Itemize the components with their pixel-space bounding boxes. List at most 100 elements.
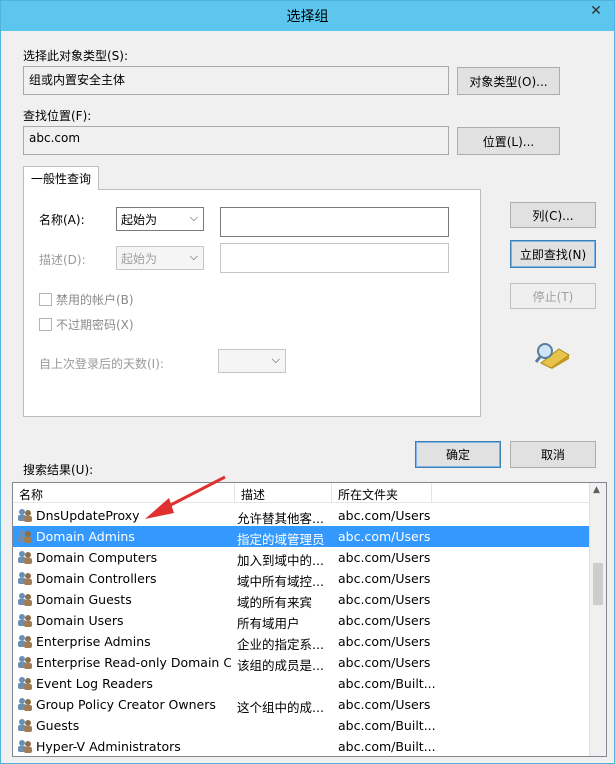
disabled-accounts-checkbox[interactable]: 禁用的帐户(B) — [39, 291, 134, 308]
checkbox-box — [39, 318, 52, 331]
chevron-down-icon: ⌵ — [189, 250, 198, 263]
table-row[interactable]: Domain Users 所有域用户 abc.com/Users — [13, 610, 591, 631]
row-folder: abc.com/Users — [338, 613, 431, 628]
row-folder: abc.com/Users — [338, 508, 431, 523]
row-folder: abc.com/Users — [338, 655, 431, 670]
row-description: 所有域用户 — [237, 616, 300, 631]
table-row[interactable]: Guests abc.com/Built... — [13, 715, 591, 736]
table-row[interactable]: Group Policy Creator Owners 这个组中的成... abc.… — [13, 694, 591, 715]
row-description: 企业的指定系... — [237, 637, 324, 652]
non-expiring-password-label: 不过期密码(X) — [56, 318, 134, 332]
group-icon — [18, 509, 32, 522]
table-row[interactable]: DnsUpdateProxy 允许替其他客... abc.com/Users — [13, 505, 591, 526]
row-name: Enterprise Read-only Domain C... — [36, 655, 231, 670]
table-row[interactable]: Enterprise Admins 企业的指定系... abc.com/Users — [13, 631, 591, 652]
row-name: Group Policy Creator Owners — [36, 697, 216, 712]
row-folder: abc.com/Built... — [338, 676, 436, 691]
row-description: 该组的成员是... — [237, 658, 324, 673]
find-now-button[interactable]: 立即查找(N) — [510, 240, 596, 268]
ok-button[interactable]: 确定 — [415, 441, 501, 468]
location-label: 查找位置(F): — [23, 109, 92, 123]
table-row[interactable]: Domain Controllers 域中所有域控... abc.com/Users — [13, 568, 591, 589]
days-since-logon-select[interactable]: ⌵ — [218, 349, 286, 373]
row-name: Domain Users — [36, 613, 124, 628]
checkbox-box — [39, 293, 52, 306]
vertical-scrollbar[interactable]: ▲ — [589, 483, 606, 756]
row-folder: abc.com/Users — [338, 571, 431, 586]
row-name: Hyper-V Administrators — [36, 739, 181, 754]
group-icon — [18, 530, 32, 543]
group-icon — [18, 698, 32, 711]
description-match-select[interactable]: 起始为 ⌵ — [116, 246, 204, 270]
chevron-down-icon: ⌵ — [189, 211, 198, 224]
row-folder: abc.com/Users — [338, 592, 431, 607]
row-folder: abc.com/Users — [338, 550, 431, 565]
stop-button[interactable]: 停止(T) — [510, 283, 596, 309]
location-field: abc.com — [23, 126, 449, 155]
description-match-value: 起始为 — [121, 252, 158, 266]
row-description: 这个组中的成... — [237, 700, 324, 715]
row-name: Domain Guests — [36, 592, 132, 607]
group-icon — [18, 572, 32, 585]
name-match-value: 起始为 — [121, 213, 158, 227]
name-label: 名称(A): — [39, 213, 85, 227]
table-row[interactable]: Domain Computers 加入到域中的... abc.com/Users — [13, 547, 591, 568]
row-folder: abc.com/Users — [338, 529, 431, 544]
table-row[interactable]: Domain Admins 指定的域管理员 abc.com/Users — [13, 526, 591, 547]
group-icon — [18, 656, 32, 669]
row-description: 指定的域管理员 — [237, 532, 325, 547]
search-flashlight-icon — [535, 343, 570, 369]
chevron-down-icon: ⌵ — [271, 353, 280, 366]
group-icon — [18, 677, 32, 690]
columns-button[interactable]: 列(C)... — [510, 202, 596, 228]
description-label: 描述(D): — [39, 253, 86, 267]
row-folder: abc.com/Built... — [338, 739, 436, 754]
title-bar[interactable]: 选择组 ✕ — [1, 1, 614, 31]
search-results-label: 搜索结果(U): — [23, 463, 94, 477]
scroll-up-icon[interactable]: ▲ — [593, 485, 600, 495]
cancel-button[interactable]: 取消 — [510, 441, 596, 468]
column-header-description[interactable]: 描述 — [235, 483, 332, 503]
object-types-button[interactable]: 对象类型(O)... — [457, 67, 560, 95]
group-icon — [18, 635, 32, 648]
name-match-select[interactable]: 起始为 ⌵ — [116, 207, 204, 231]
window-title: 选择组 — [286, 9, 329, 25]
row-name: Enterprise Admins — [36, 634, 151, 649]
results-header: 名称 描述 所在文件夹 — [13, 483, 591, 503]
search-results-list[interactable]: 名称 描述 所在文件夹 DnsUpdateProxy 允许替其他客... abc.c… — [12, 482, 607, 757]
group-icon — [18, 593, 32, 606]
annotation-arrow — [145, 475, 226, 519]
group-icon — [18, 719, 32, 732]
close-button[interactable]: ✕ — [578, 1, 614, 21]
tab-common-queries[interactable]: 一般性查询 — [23, 166, 99, 190]
common-queries-panel: 名称(A): 起始为 ⌵ 描述(D): 起始为 ⌵ 禁用的帐户(B) 不过期密码… — [23, 189, 481, 417]
locations-button[interactable]: 位置(L)... — [457, 127, 560, 155]
row-name: Domain Computers — [36, 550, 158, 565]
row-folder: abc.com/Users — [338, 697, 431, 712]
disabled-accounts-label: 禁用的帐户(B) — [56, 293, 134, 307]
row-folder: abc.com/Built... — [338, 718, 436, 733]
row-name: Domain Admins — [36, 529, 135, 544]
row-name: Event Log Readers — [36, 676, 153, 691]
name-input[interactable] — [220, 207, 449, 237]
scroll-thumb[interactable] — [593, 563, 603, 605]
group-icon — [18, 551, 32, 564]
object-type-field: 组或内置安全主体 — [23, 66, 449, 95]
group-icon — [18, 740, 32, 753]
row-name: Guests — [36, 718, 80, 733]
table-row[interactable]: Event Log Readers abc.com/Built... — [13, 673, 591, 694]
non-expiring-password-checkbox[interactable]: 不过期密码(X) — [39, 316, 134, 333]
object-type-label: 选择此对象类型(S): — [23, 49, 129, 63]
table-row[interactable]: Domain Guests 域的所有来宾 abc.com/Users — [13, 589, 591, 610]
row-folder: abc.com/Users — [338, 634, 431, 649]
select-group-dialog: 选择组 ✕ 选择此对象类型(S): 组或内置安全主体 对象类型(O)... 查找… — [0, 0, 615, 764]
row-description: 允许替其他客... — [237, 511, 324, 526]
description-input[interactable] — [220, 243, 449, 273]
days-since-logon-label: 自上次登录后的天数(I): — [39, 357, 164, 371]
column-header-folder[interactable]: 所在文件夹 — [332, 483, 432, 503]
table-row[interactable]: Enterprise Read-only Domain C... 该组的成员是..… — [13, 652, 591, 673]
row-description: 加入到域中的... — [237, 553, 324, 568]
row-description: 域中所有域控... — [237, 574, 324, 589]
table-row[interactable]: Hyper-V Administrators abc.com/Built... — [13, 736, 591, 756]
group-icon — [18, 614, 32, 627]
